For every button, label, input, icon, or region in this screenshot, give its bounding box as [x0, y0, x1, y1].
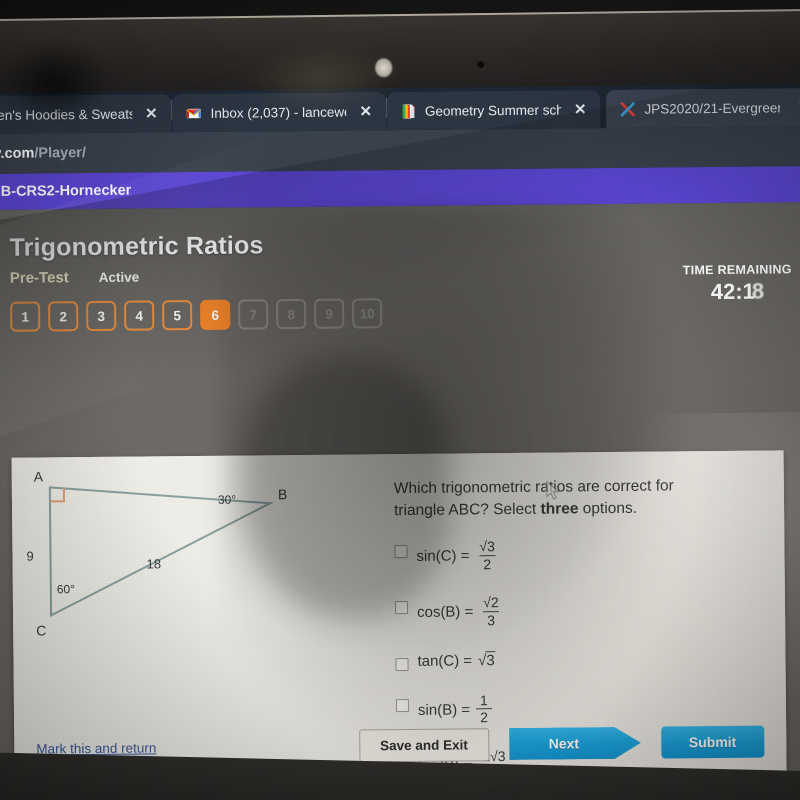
browser-tab-4-title: JPS2020/21-Evergreen HS-Ge — [644, 99, 781, 117]
checkbox-option-4[interactable] — [395, 698, 410, 712]
x-logo-icon — [620, 101, 636, 116]
bezel-smudge-2 — [0, 41, 111, 123]
docs-icon — [401, 103, 416, 119]
laptop-screen: len's Hoodies & Sweatshirts ✕ I — [0, 81, 800, 780]
answer-option-3[interactable]: tan(C) = √3 — [395, 650, 765, 671]
gmail-icon — [186, 105, 202, 120]
checkbox-option-3[interactable] — [395, 657, 409, 671]
question-card: A B C 30° 60° 9 18 Which trigonometric r… — [11, 450, 787, 780]
vertex-label-a: A — [34, 468, 44, 484]
assignment-type-label: Pre-Test — [9, 269, 69, 287]
option-4-numerator: 1 — [479, 691, 488, 708]
save-and-exit-button[interactable]: Save and Exit — [358, 727, 490, 762]
question-nav-7: 7 — [238, 299, 269, 330]
question-nav-2[interactable]: 2 — [48, 301, 79, 332]
option-3-radicand: 3 — [485, 650, 496, 669]
checkbox-option-1[interactable] — [394, 544, 408, 559]
option-1-fraction: √3 2 — [475, 538, 499, 572]
next-button-wrapper[interactable]: Next — [509, 727, 641, 760]
option-2-fraction: √2 3 — [479, 594, 503, 628]
time-remaining-value: 42:18 — [683, 278, 792, 305]
option-2-denominator: 3 — [483, 611, 500, 628]
browser-tab-3-title: Geometry Summer school ge — [424, 101, 561, 119]
time-remaining: TIME REMAINING 42:18 — [683, 262, 792, 305]
bezel-smudge — [244, 42, 396, 114]
question-nav-1[interactable]: 1 — [10, 301, 41, 332]
option-1-expression: sin(C) = — [416, 547, 470, 565]
option-2-expression: cos(B) = — [416, 603, 474, 622]
webcam-icon — [477, 61, 485, 69]
timer-digits: 42:1 — [710, 278, 755, 305]
timer-last-digit: 8 — [751, 278, 765, 304]
prompt-emphasis: three — [540, 500, 579, 519]
question-nav-6-current[interactable]: 6 — [200, 299, 231, 330]
question-nav-9: 9 — [314, 298, 345, 329]
answer-option-1[interactable]: sin(C) = √3 2 — [394, 537, 764, 573]
close-icon[interactable]: ✕ — [141, 104, 162, 122]
angle-label-b: 30° — [218, 493, 236, 507]
question-navigation: 1 2 3 4 5 6 7 8 9 10 — [10, 294, 800, 332]
question-nav-3[interactable]: 3 — [86, 300, 117, 332]
triangle-figure: A B C 30° 60° 9 18 — [12, 455, 344, 708]
tab-overflow-icon[interactable]: ⋮ — [789, 98, 800, 116]
option-1-radicand: 3 — [486, 538, 495, 555]
checkbox-option-2[interactable] — [394, 601, 409, 615]
question-nav-8: 8 — [276, 298, 307, 330]
time-remaining-label: TIME REMAINING — [682, 262, 792, 278]
option-1-denominator: 2 — [479, 554, 496, 572]
course-name: ry B-CRS2-Hornecker — [0, 182, 132, 200]
photo-of-laptop-screen: len's Hoodies & Sweatshirts ✕ I — [0, 0, 800, 800]
angle-label-c: 60° — [57, 582, 75, 596]
vertex-label-b: B — [278, 486, 287, 502]
browser-tab-3[interactable]: Geometry Summer school ge ✕ — [386, 90, 601, 131]
webcam-indicator-icon — [375, 58, 393, 78]
laptop-top-bezel — [0, 8, 800, 123]
option-3-expression: tan(C) = — [417, 652, 473, 670]
status-badge: Active — [98, 269, 140, 285]
vertex-label-c: C — [36, 622, 46, 638]
lesson-subheader: Pre-Test Active — [10, 262, 800, 287]
side-label-ac: 9 — [26, 549, 33, 564]
question-nav-4[interactable]: 4 — [124, 300, 155, 331]
option-3-radical: √3 — [478, 650, 496, 670]
prompt-part-2: options. — [578, 500, 638, 518]
side-label-cb: 18 — [147, 556, 162, 571]
page-title: Trigonometric Ratios — [9, 231, 264, 262]
url-domain: iity.com — [0, 145, 35, 163]
browser-tab-4-active[interactable]: JPS2020/21-Evergreen HS-Ge ⋮ — [606, 87, 800, 129]
question-nav-5[interactable]: 5 — [162, 300, 193, 331]
option-2-numerator: √2 — [483, 594, 499, 611]
answer-option-2[interactable]: cos(B) = √2 3 — [394, 594, 765, 630]
option-2-radicand: 2 — [490, 594, 499, 611]
url-path: /Player/ — [34, 145, 87, 162]
close-icon[interactable]: ✕ — [570, 100, 591, 118]
submit-button[interactable]: Submit — [660, 725, 765, 759]
option-1-numerator: √3 — [479, 538, 495, 555]
question-nav-10: 10 — [352, 298, 383, 329]
mouse-cursor — [546, 480, 561, 500]
next-button[interactable]: Next — [509, 727, 641, 760]
assessment-app-body: Trigonometric Ratios Pre-Test Active 1 2… — [0, 201, 800, 780]
